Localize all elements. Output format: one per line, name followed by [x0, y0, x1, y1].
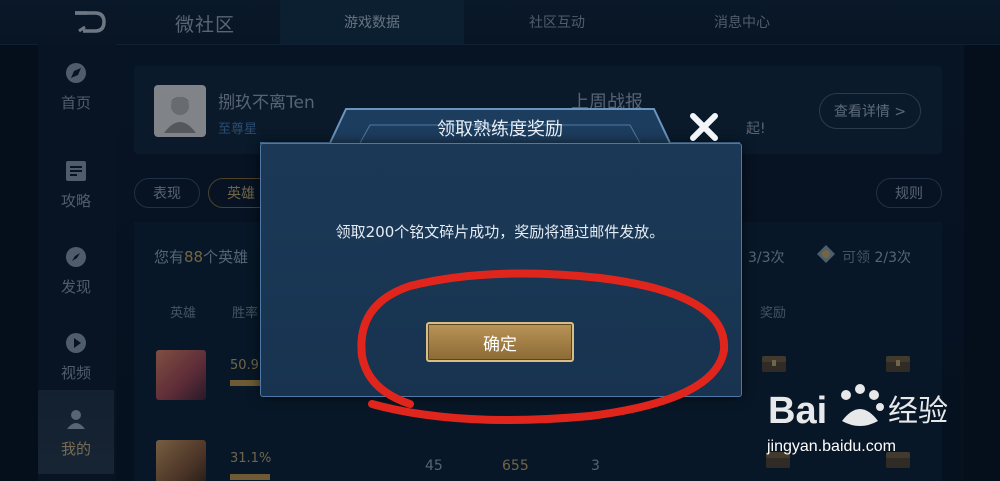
annotation-circle	[357, 269, 729, 424]
dialog-message: 领取200个铭文碎片成功，奖励将通过邮件发放。	[335, 223, 665, 241]
app-screen: 微社区 游戏数据 社区互动 消息中心 首页 攻略 发现 视频 我的 捌玖不离Te…	[0, 0, 1000, 481]
watermark-url: jingyan.baidu.com	[767, 438, 896, 455]
svg-text:经验: 经验	[888, 394, 948, 429]
close-icon[interactable]	[684, 107, 724, 147]
dialog-title: 领取熟练度奖励	[437, 119, 563, 140]
svg-text:Bai: Bai	[768, 390, 827, 432]
